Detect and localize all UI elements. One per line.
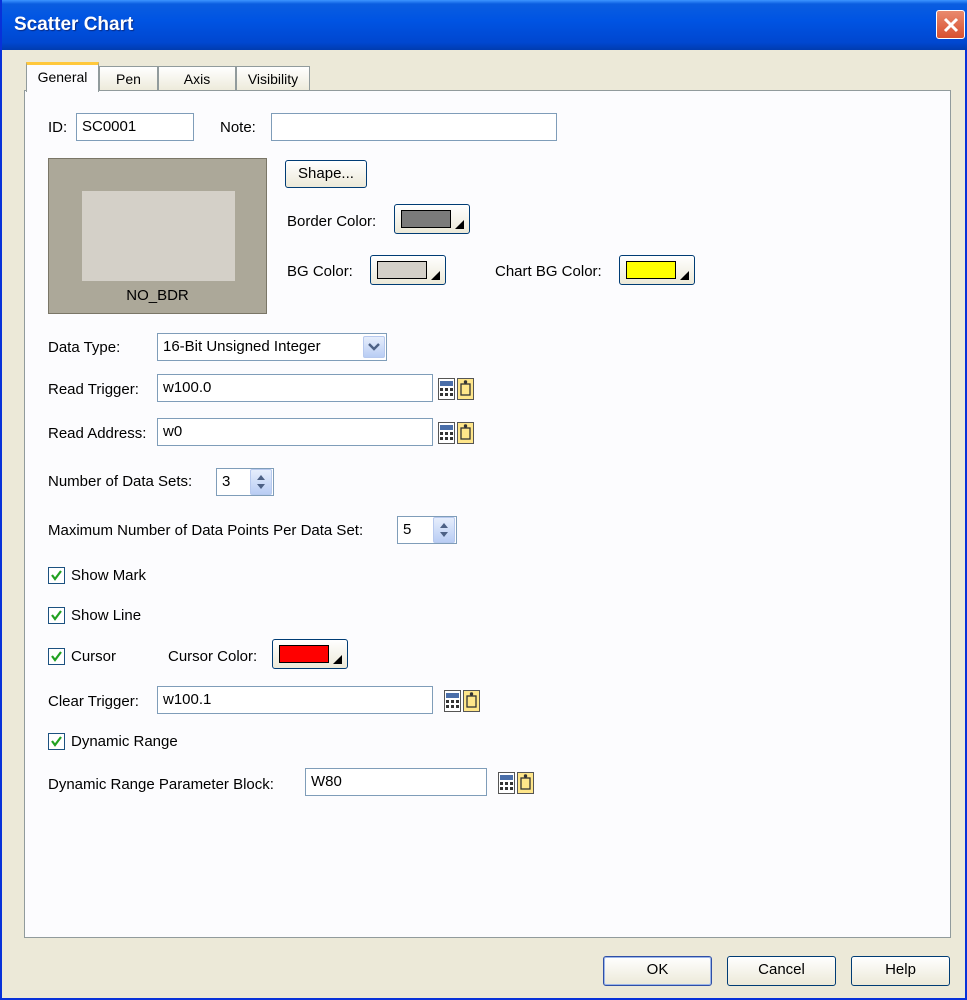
cursor-color-swatch: [279, 645, 329, 663]
close-icon: [943, 17, 959, 33]
dynamic-range-block-label: Dynamic Range Parameter Block:: [48, 776, 274, 793]
address-tag-icon[interactable]: [457, 378, 474, 400]
dynamic-range-label: Dynamic Range: [71, 733, 178, 750]
checkmark-icon: [51, 736, 62, 747]
tab-general[interactable]: General: [26, 62, 99, 92]
max-points-spinner[interactable]: [433, 517, 455, 543]
address-calculator-icon[interactable]: [438, 378, 455, 400]
checkmark-icon: [51, 610, 62, 621]
show-mark-label: Show Mark: [71, 567, 147, 584]
read-trigger-field[interactable]: w100.0: [157, 374, 433, 402]
cursor-checkbox[interactable]: [48, 648, 65, 665]
address-calculator-icon[interactable]: [438, 422, 455, 444]
data-type-label: Data Type:: [48, 339, 121, 356]
address-tag-icon[interactable]: [517, 772, 534, 794]
data-type-select[interactable]: 16-Bit Unsigned Integer: [157, 333, 387, 361]
chart-bg-color-swatch: [626, 261, 676, 279]
chevron-down-icon: [368, 343, 380, 351]
dynamic-range-checkbox[interactable]: [48, 733, 65, 750]
preview-chart-area: [82, 191, 235, 281]
id-label: ID:: [48, 119, 68, 136]
ok-button[interactable]: OK: [603, 956, 712, 986]
address-calculator-icon[interactable]: [444, 690, 461, 712]
num-data-sets-label: Number of Data Sets:: [48, 473, 193, 490]
id-field[interactable]: SC0001: [76, 113, 194, 141]
border-color-picker[interactable]: [394, 204, 470, 234]
note-field[interactable]: [271, 113, 557, 141]
dropdown-button[interactable]: [363, 336, 385, 358]
note-label: Note:: [220, 119, 256, 136]
border-color-swatch: [401, 210, 451, 228]
dialog-window: Scatter Chart General Pen Axis Visibilit…: [0, 0, 967, 1000]
dropdown-triangle-icon: [680, 271, 689, 280]
bg-color-swatch: [377, 261, 427, 279]
dropdown-triangle-icon: [431, 271, 440, 280]
cursor-color-picker[interactable]: [272, 639, 348, 669]
help-button[interactable]: Help: [851, 956, 950, 986]
max-points-value: 5: [403, 521, 412, 538]
window-title: Scatter Chart: [14, 14, 134, 35]
border-color-label: Border Color:: [287, 213, 377, 230]
clear-trigger-field[interactable]: w100.1: [157, 686, 433, 714]
dropdown-triangle-icon: [455, 220, 464, 229]
show-line-checkbox[interactable]: [48, 607, 65, 624]
num-data-sets-value: 3: [222, 473, 231, 490]
checkmark-icon: [51, 651, 62, 662]
cancel-button[interactable]: Cancel: [727, 956, 836, 986]
read-address-field[interactable]: w0: [157, 418, 433, 446]
address-tag-icon[interactable]: [457, 422, 474, 444]
shape-button[interactable]: Shape...: [285, 160, 367, 188]
close-button[interactable]: [936, 10, 965, 39]
title-bar[interactable]: Scatter Chart: [2, 0, 967, 50]
bg-color-picker[interactable]: [370, 255, 446, 285]
show-mark-checkbox[interactable]: [48, 567, 65, 584]
clear-trigger-label: Clear Trigger:: [48, 693, 139, 710]
address-calculator-icon[interactable]: [498, 772, 515, 794]
tab-axis[interactable]: Axis: [158, 66, 236, 92]
data-type-value: 16-Bit Unsigned Integer: [163, 338, 321, 355]
show-line-label: Show Line: [71, 607, 142, 624]
tab-visibility[interactable]: Visibility: [236, 66, 310, 92]
shape-preview: NO_BDR: [48, 158, 267, 314]
max-points-label: Maximum Number of Data Points Per Data S…: [48, 522, 364, 539]
chart-bg-color-label: Chart BG Color:: [495, 263, 602, 280]
cursor-color-label: Cursor Color:: [168, 648, 258, 665]
chart-bg-color-picker[interactable]: [619, 255, 695, 285]
dropdown-triangle-icon: [333, 655, 342, 664]
dynamic-range-block-field[interactable]: W80: [305, 768, 487, 796]
bg-color-label: BG Color:: [287, 263, 353, 280]
address-tag-icon[interactable]: [463, 690, 480, 712]
tab-pen[interactable]: Pen: [99, 66, 158, 92]
num-data-sets-spinner[interactable]: [250, 469, 272, 495]
read-address-label: Read Address:: [48, 425, 147, 442]
read-trigger-label: Read Trigger:: [48, 381, 139, 398]
checkmark-icon: [51, 570, 62, 581]
preview-shape-name: NO_BDR: [126, 287, 189, 304]
cursor-label: Cursor: [71, 648, 117, 665]
